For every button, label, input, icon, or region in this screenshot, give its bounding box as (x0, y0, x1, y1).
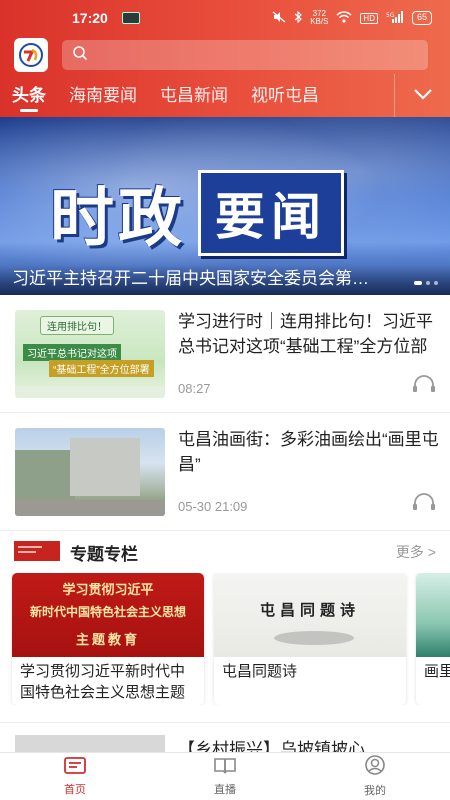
banner-title-left: 时政 (50, 181, 186, 256)
headline-carousel[interactable]: 时政 要闻 习近平主持召开二十届中央国家安全委员会第一次会议 (0, 117, 450, 295)
card-image-text: 主题教育 (75, 632, 140, 647)
news-title: 学习进行时｜连用排比句！习近平总书记对这项“基础工程”全方位部署 (178, 312, 433, 356)
thumb-building (15, 450, 75, 500)
profile-icon (364, 755, 386, 780)
app-logo[interactable] (14, 38, 48, 72)
card-title: 学习贯彻习近平新时代中国特色社会主义思想主题教育 (20, 663, 186, 701)
thumb-label: 习近平总书记对这项 (23, 344, 121, 361)
card-title: 画里屯昌 (424, 663, 450, 680)
ink-decoration (274, 631, 354, 645)
carousel-dot (434, 281, 438, 285)
special-card[interactable]: 屯昌同题诗 屯昌同题诗 (214, 573, 406, 705)
special-section-header: 专题专栏 更多 > (0, 531, 450, 571)
card-title: 屯昌同题诗 (222, 663, 298, 680)
news-thumbnail: 连用排比句！ 习近平总书记对这项 “基础工程”全方位部署 (15, 310, 165, 398)
thumb-building (70, 438, 140, 496)
news-time: 05-30 21:09 (178, 499, 248, 514)
thumb-label: “基础工程”全方位部署 (49, 360, 154, 377)
nav-live[interactable]: 直播 (150, 753, 300, 800)
banner-caption: 习近平主持召开二十届中央国家安全委员会第一次会议 (0, 265, 450, 295)
tab-hainan-news[interactable]: 海南要闻 (69, 74, 137, 117)
card-image: 学习贯彻习近平 新时代中国特色社会主义思想 主题教育 (12, 573, 204, 657)
nav-label: 直播 (214, 784, 236, 796)
tab-tunchang-media[interactable]: 视听屯昌 (251, 74, 319, 117)
bluetooth-icon (294, 10, 303, 26)
special-card[interactable]: 学习贯彻习近平 新时代中国特色社会主义思想 主题教育 学习贯彻习近平新时代中国特… (12, 573, 204, 705)
wifi-icon (336, 10, 352, 26)
search-row (0, 36, 450, 74)
network-speed: 372 KB/S (310, 9, 329, 26)
card-image-text: 学习贯彻习近平 (62, 582, 154, 597)
live-book-icon (214, 756, 236, 779)
card-image (416, 573, 450, 657)
news-title: 屯昌油画街：多彩油画绘出“画里屯昌” (178, 430, 439, 474)
tab-expand-button[interactable] (394, 74, 450, 117)
notification-app-icon (121, 12, 140, 24)
bottom-navigation: 首页 直播 我的 (0, 752, 450, 800)
nav-label: 首页 (64, 784, 86, 796)
news-thumbnail (15, 428, 165, 516)
carousel-dot (414, 281, 422, 285)
thumb-label: 连用排比句！ (40, 316, 114, 335)
nav-profile[interactable]: 我的 (300, 753, 450, 800)
carousel-indicators (414, 281, 438, 285)
search-icon (72, 45, 88, 66)
app-header: 17:20 372 KB/S HD 5G 65 头条 海南要闻 屯昌新闻 视听屯… (0, 0, 450, 117)
card-image-text: 新时代中国特色社会主义思想 (29, 605, 186, 619)
card-image: 屯昌同题诗 (214, 573, 406, 657)
banner-graphic: 时政 要闻 (50, 167, 344, 259)
news-item[interactable]: 连用排比句！ 习近平总书记对这项 “基础工程”全方位部署 学习进行时｜连用排比句… (0, 295, 450, 413)
svg-text:5G: 5G (386, 12, 395, 19)
banner-caption-text: 习近平主持召开二十届中央国家安全委员会第一次会议 (12, 269, 382, 288)
card-image-text: 屯昌同题诗 (259, 601, 360, 619)
status-time: 17:20 (72, 10, 108, 26)
search-input[interactable] (94, 47, 428, 63)
headphones-icon[interactable] (412, 375, 436, 398)
special-cards-carousel[interactable]: 学习贯彻习近平 新时代中国特色社会主义思想 主题教育 学习贯彻习近平新时代中国特… (0, 573, 450, 705)
special-column-icon (14, 541, 60, 561)
category-tabs: 头条 海南要闻 屯昌新闻 视听屯昌 (0, 74, 450, 117)
news-item[interactable]: 屯昌油画街：多彩油画绘出“画里屯昌” 05-30 21:09 (0, 413, 450, 531)
thumb-footer (15, 386, 165, 398)
hd-badge: HD (360, 12, 378, 24)
mute-icon (272, 10, 286, 26)
battery-indicator: 65 (411, 11, 432, 25)
more-link[interactable]: 更多 > (396, 542, 436, 562)
search-bar[interactable] (62, 40, 428, 70)
section-title: 专题专栏 (70, 545, 138, 564)
carousel-dot (426, 281, 430, 285)
nav-label: 我的 (364, 785, 386, 797)
nav-home[interactable]: 首页 (0, 753, 150, 800)
status-icons: 372 KB/S HD 5G 65 (272, 10, 432, 26)
thumb-street (15, 500, 165, 516)
signal-icon: 5G (386, 10, 404, 26)
status-bar: 17:20 372 KB/S HD 5G 65 (0, 0, 450, 36)
special-card[interactable]: 画里屯昌 (416, 573, 450, 705)
tab-headlines[interactable]: 头条 (12, 74, 46, 117)
news-time: 08:27 (178, 381, 211, 396)
home-news-icon (64, 756, 86, 779)
headphones-icon[interactable] (412, 493, 436, 516)
banner-title-right: 要闻 (198, 170, 344, 256)
chevron-down-icon (413, 87, 433, 105)
tab-tunchang-news[interactable]: 屯昌新闻 (160, 74, 228, 117)
